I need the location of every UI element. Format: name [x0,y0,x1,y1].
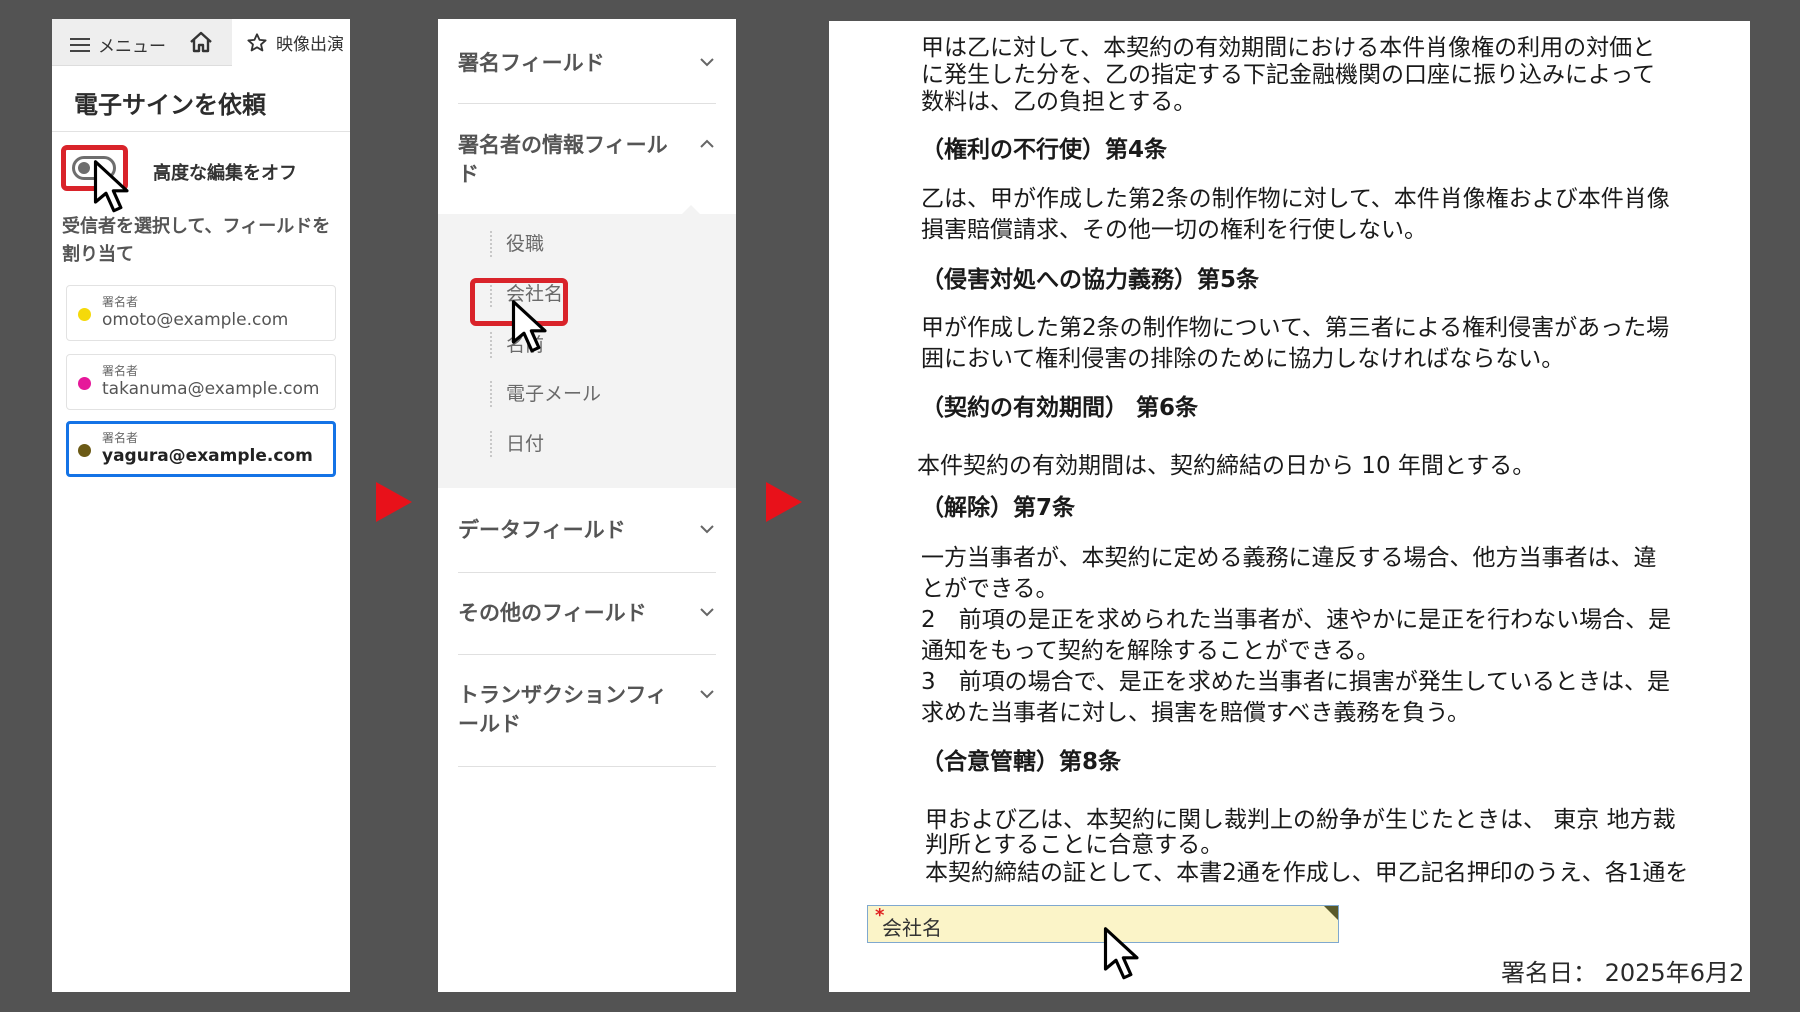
cursor-icon [1103,927,1139,980]
signer-info-field-list: 役職 会社名 名前 電子メール 日付 [438,205,736,488]
signature-fields-section[interactable]: 署名フィールド [458,49,716,78]
section-label: 署名フィールド [458,51,605,75]
field-resize-handle[interactable] [1324,906,1338,920]
hamburger-icon [70,37,90,53]
arrow-right-icon [376,482,412,522]
article-heading: （侵害対処への協力義務）第5条 [921,267,1260,293]
data-fields-section[interactable]: データフィールド [458,516,716,545]
section-label: データフィールド [458,518,626,542]
instruction-line: 受信者を選択して、フィールドを [62,216,331,237]
contract-line: 数料は、乙の負担とする。 [921,89,1197,115]
contract-line: 判所とすることに合意する。 [925,832,1224,858]
signer-color-dot [78,444,91,457]
contract-line: 2 前項の是正を求められた当事者が、速やかに是正を行わない場合、是 [921,607,1672,633]
contract-line: 本件契約の有効期間は、契約締結の日から 10 年間とする。 [917,453,1536,479]
article-heading: （契約の有効期間） 第6条 [921,395,1199,421]
page-title: 電子サインを依頼 [74,91,266,119]
contract-line: 通知をもって契約を解除することができる。 [921,638,1380,664]
contract-line: 3 前項の場合で、是正を求めた当事者に損害が発生しているときは、是 [921,669,1671,695]
transaction-fields-section[interactable]: トランザクションフィ ールド [458,681,716,739]
top-bar: メニュー 映像出演 [52,19,350,66]
article-heading: （解除）第7条 [921,495,1076,521]
divider [52,131,350,132]
chevron-down-icon [700,690,714,699]
contract-line: 甲は乙に対して、本契約の有効期間における本件肖像権の利用の対価と [921,35,1656,61]
document-tab[interactable]: 映像出演 [232,19,350,66]
signer-info-fields-section[interactable]: 署名者の情報フィール ド [458,131,716,189]
cursor-icon [511,300,547,353]
signer-email: yagura@example.com [102,446,313,466]
chevron-down-icon [700,608,714,617]
chevron-up-icon [700,139,714,148]
section-label: トランザクションフィ [458,683,667,707]
signer-card-omoto[interactable]: 署名者 omoto@example.com [66,285,336,341]
section-label: ド [458,162,479,186]
signer-role: 署名者 [102,295,139,309]
field-item-email[interactable]: 電子メール [490,381,601,407]
contract-line: とができる。 [921,576,1059,602]
signer-email: omoto@example.com [102,310,289,330]
field-library-panel: 署名フィールド 署名者の情報フィール ド 役職 会社名 名前 電子メール 日付 … [438,19,736,992]
contract-line: 本契約締結の証として、本書2通を作成し、甲乙記名押印のうえ、各1通を [925,860,1689,886]
signer-card-takanuma[interactable]: 署名者 takanuma@example.com [66,354,336,410]
field-item-date[interactable]: 日付 [490,431,544,457]
article-heading: （権利の不行使）第4条 [921,137,1168,163]
star-icon[interactable] [246,32,268,54]
signer-role: 署名者 [102,431,139,445]
divider [458,572,716,573]
signer-color-dot [78,308,91,321]
section-label: その他のフィールド [458,601,647,625]
signer-role: 署名者 [102,364,139,378]
notch [681,205,701,215]
article-heading: （合意管轄）第8条 [921,749,1122,775]
chevron-down-icon [700,525,714,534]
contract-line: 一方当事者が、本契約に定める義務に違反する場合、他方当事者は、違 [921,545,1657,571]
cursor-icon [93,160,129,213]
other-fields-section[interactable]: その他のフィールド [458,599,716,628]
send-for-signature-panel: メニュー 映像出演 電子サインを依頼 高度な編集をオフ 受信者を選択して、フィー… [52,19,350,992]
toggle-knob [78,162,90,174]
contract-line: 乙は、甲が作成した第2条の制作物に対して、本件肖像権および本件肖像 [921,186,1670,212]
divider [458,766,716,767]
document-preview-panel: 甲は乙に対して、本契約の有効期間における本件肖像権の利用の対価と に発生した分を… [829,21,1750,992]
signature-date: 署名日： 2025年6月2 [1501,959,1745,987]
section-label: 署名者の情報フィール [458,133,668,157]
contract-line: 囲において権利侵害の排除のために協力しなければならない。 [921,346,1565,372]
contract-line: 損害賠償請求、その他一切の権利を行使しない。 [921,217,1427,243]
chevron-down-icon [700,58,714,67]
advanced-edit-label: 高度な編集をオフ [153,163,297,184]
instruction-line: 割り当て [62,244,134,265]
tab-label: 映像出演 [276,35,344,55]
contract-line: に発生した分を、乙の指定する下記金融機関の口座に振り込みによって [921,62,1656,88]
contract-line: 求めた当事者に対し、損害を賠償すべき義務を負う。 [921,700,1471,726]
contract-line: 甲が作成した第2条の制作物について、第三者による権利侵害があった場 [921,315,1670,341]
menu-button[interactable]: メニュー [70,32,166,57]
field-item-title[interactable]: 役職 [490,231,544,257]
home-icon[interactable] [188,30,214,54]
signer-email: takanuma@example.com [102,379,320,399]
signer-color-dot [78,377,91,390]
divider [458,654,716,655]
assign-instruction: 受信者を選択して、フィールドを 割り当て [62,213,350,269]
divider [458,103,716,104]
arrow-right-icon [766,482,802,522]
field-label: 会社名 [882,916,942,940]
menu-label: メニュー [98,37,166,57]
section-label: ールド [458,712,521,736]
signer-card-yagura[interactable]: 署名者 yagura@example.com [66,421,336,477]
